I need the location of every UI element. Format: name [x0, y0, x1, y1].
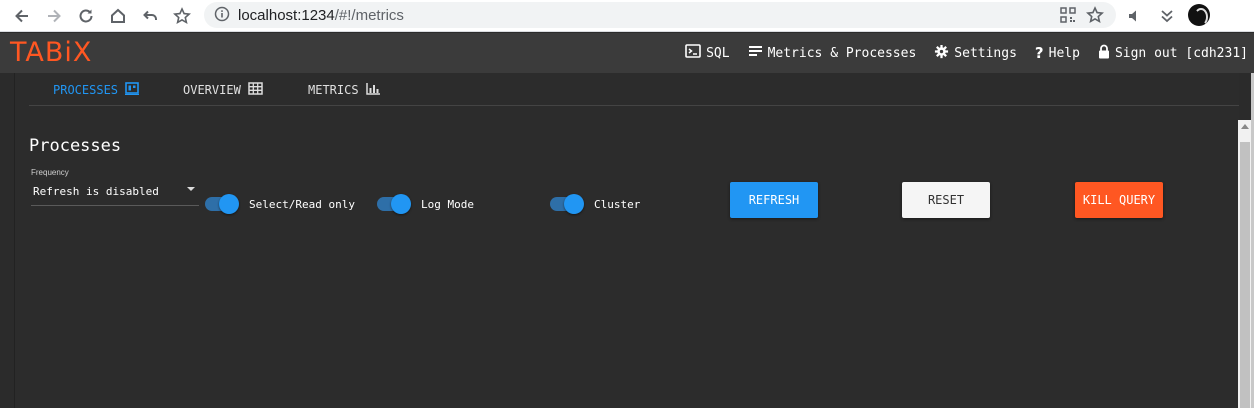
processes-icon [118, 82, 140, 98]
speaker-icon[interactable] [1123, 4, 1147, 28]
tabix-logo[interactable]: TABiX [10, 37, 92, 68]
frequency-label: Frequency [31, 168, 69, 177]
nav-help[interactable]: ? Help [1035, 44, 1080, 62]
frequency-select[interactable]: Refresh is disabled [31, 181, 199, 206]
undo-icon[interactable] [138, 4, 162, 28]
nav-settings[interactable]: Settings [934, 44, 1017, 63]
reload-icon[interactable] [74, 4, 98, 28]
kill-query-button[interactable]: KILL QUERY [1075, 182, 1163, 218]
nav-sql[interactable]: SQL [685, 44, 730, 62]
tab-processes-label: PROCESSES [53, 83, 119, 97]
toggle-track [205, 194, 239, 214]
tab-metrics-label: METRICS [308, 83, 359, 97]
bookmark-star-icon[interactable] [170, 4, 194, 28]
frequency-value: Refresh is disabled [33, 185, 159, 198]
tab-overview-label: OVERVIEW [183, 83, 241, 97]
browser-toolbar: localhost:1234/#!/metrics [0, 0, 1254, 32]
scrollbar-thumb[interactable] [1240, 142, 1250, 408]
profile-avatar[interactable] [1188, 4, 1210, 26]
terminal-icon [685, 44, 706, 62]
nav-metrics-processes-label: Metrics & Processes [767, 45, 917, 61]
scrollbar[interactable] [1238, 120, 1252, 408]
reset-button[interactable]: RESET [902, 182, 990, 218]
toggle-select-read-only[interactable]: Select/Read only [205, 194, 355, 214]
tab-metrics[interactable]: METRICS [308, 82, 381, 98]
chevron-down-icon [187, 187, 195, 191]
toggle-track [550, 194, 584, 214]
forward-arrow-icon[interactable] [42, 4, 66, 28]
bar-chart-icon [359, 82, 381, 98]
table-icon [241, 82, 263, 98]
toggle-cluster[interactable]: Cluster [550, 194, 641, 214]
nav-sign-out-label: Sign out [cdh231] [1114, 45, 1248, 61]
tab-bar: PROCESSES OVERVIEW METRICS [29, 73, 1239, 106]
nav-sql-label: SQL [706, 45, 730, 61]
qr-code-icon[interactable] [1060, 7, 1076, 28]
url-host: localhost:1234 [238, 7, 335, 24]
gear-icon [934, 44, 954, 63]
nav-help-label: Help [1048, 45, 1080, 61]
nav-settings-label: Settings [954, 45, 1017, 61]
back-arrow-icon[interactable] [10, 4, 34, 28]
lock-icon [1098, 44, 1115, 63]
url-text: localhost:1234/#!/metrics [238, 7, 404, 24]
app-header: TABiX SQL Metrics & Processes Settings ?… [0, 33, 1254, 73]
url-path: /#!/metrics [334, 7, 404, 24]
toggle-track [377, 194, 411, 214]
toggle-log-mode[interactable]: Log Mode [377, 194, 474, 214]
toggle-knob [219, 194, 239, 214]
toggle-knob [391, 194, 411, 214]
tab-processes[interactable]: PROCESSES [53, 82, 140, 98]
list-icon [748, 45, 768, 61]
tab-overview[interactable]: OVERVIEW [183, 82, 263, 98]
address-bar[interactable]: localhost:1234/#!/metrics [204, 2, 1116, 28]
page-title: Processes [29, 136, 122, 156]
top-nav: SQL Metrics & Processes Settings ? Help … [667, 33, 1248, 73]
toggle-log-mode-label: Log Mode [421, 197, 474, 211]
main-content: PROCESSES OVERVIEW METRICS Processes Fre… [14, 73, 1239, 408]
scroll-up-arrow-icon[interactable] [1241, 124, 1249, 129]
toggle-select-read-only-label: Select/Read only [249, 197, 355, 211]
refresh-button[interactable]: REFRESH [730, 182, 818, 218]
toggle-knob [564, 194, 584, 214]
toggle-cluster-label: Cluster [594, 197, 641, 211]
home-icon[interactable] [106, 4, 130, 28]
info-icon[interactable] [214, 6, 230, 27]
double-chevron-down-icon[interactable] [1155, 4, 1179, 28]
question-icon: ? [1034, 44, 1044, 62]
nav-sign-out[interactable]: Sign out [cdh231] [1098, 44, 1248, 63]
nav-metrics-processes[interactable]: Metrics & Processes [748, 45, 917, 61]
bookmark-page-star-icon[interactable] [1086, 6, 1104, 29]
